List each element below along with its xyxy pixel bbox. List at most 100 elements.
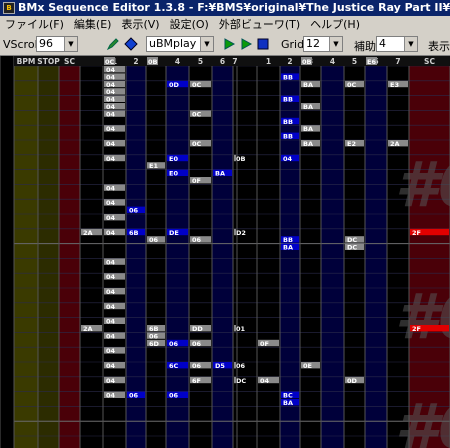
menu-settings[interactable]: 設定(O) [165,16,214,33]
lane-white[interactable] [257,56,280,448]
chevron-down-icon: ▼ [404,37,417,51]
lane-header-label: 1 [266,57,271,66]
note-label: BB [283,118,293,126]
note-label: 0C [192,81,202,89]
diamond-icon[interactable] [124,37,138,51]
note-label: BA [215,170,225,178]
note-label: 04 [106,199,116,207]
note-label: 04 [106,229,116,237]
menu-bar: ファイル(F) 編集(E) 表示(V) 設定(O) 外部ビューワ(T) ヘルプ(H) [0,16,450,33]
note-label: 04 [106,184,116,192]
note-label: 06 [192,362,202,370]
lane-header-label: 4 [175,57,180,66]
note-label: E2 [347,140,356,148]
note-label: 06 [192,236,202,244]
lane-white[interactable] [233,56,237,448]
lane-gap[interactable] [80,56,103,448]
lane-header-label: 5 [352,57,357,66]
note-label: 04 [106,332,116,340]
note-label: DE [169,229,179,237]
note-label: 0D [347,377,358,385]
lane-header-label: 6 [220,57,225,66]
play-icon[interactable] [222,37,236,51]
note-label: 04 [106,125,116,133]
vscroll-select[interactable]: 96 ▼ [36,36,78,52]
menu-file[interactable]: ファイル(F) [0,16,69,33]
stop-icon[interactable] [256,37,270,51]
viewer-select[interactable]: uBMplay ▼ [146,36,214,52]
toolbar: VScroll 96 ▼ uBMplay ▼ Grid 12 ▼ 補助 4 ▼ 表示 [0,33,450,56]
lane-scratch[interactable] [59,56,80,448]
lane-white[interactable] [146,56,166,448]
lane-gap[interactable] [237,56,257,448]
menu-view[interactable]: 表示(V) [116,16,164,33]
note-label: 04 [106,273,116,281]
lane-header-label: 5 [198,57,203,66]
lane-white[interactable] [344,56,365,448]
menu-help[interactable]: ヘルプ(H) [305,16,365,33]
note-label: E0 [169,155,178,163]
note-label: 04 [106,392,116,400]
lane-blue[interactable] [212,56,233,448]
sequence-editor[interactable]: BPMSTOPSC12345671234567SCBGALAYER0C0B0BE… [0,56,450,448]
note-label: 04 [106,258,116,266]
lane-blue[interactable] [280,56,300,448]
note-label: DD [192,325,203,333]
note-label: 04 [106,155,116,163]
menu-external-viewer[interactable]: 外部ビューワ(T) [214,16,305,33]
note-label: 01 [236,325,246,333]
app-icon: B [3,2,15,14]
display-label[interactable]: 表示 [428,38,450,54]
lane-blue[interactable] [166,56,189,448]
lane-blue[interactable] [126,56,146,448]
margin-left [0,56,14,448]
note-label: BA [303,140,313,148]
note-label: 0B [148,58,158,66]
note-label: BA [303,81,313,89]
note-label: 0C [105,58,115,66]
note-label: 06 [169,392,179,400]
note-label: 06 [149,236,159,244]
note-label: 0E [303,362,312,370]
note-label: 6D [149,340,160,348]
lane-white[interactable] [300,56,321,448]
note-label: E3 [390,81,399,89]
lane-header-label: 7 [395,57,400,66]
lane-blue[interactable] [321,56,344,448]
note-label: 0B [236,155,246,163]
chevron-down-icon: ▼ [329,37,342,51]
lane-header-label: SC [64,57,75,66]
note-label: 06 [169,340,179,348]
note-label: 06 [129,207,139,215]
lane-header-label: 7 [232,57,237,66]
hojo-select[interactable]: 4 ▼ [376,36,418,52]
vscroll-value: 96 [39,37,53,50]
lane-header-label: 4 [330,57,335,66]
note-label: BB [283,73,293,81]
note-label: 04 [260,377,270,385]
note-label: E1 [149,162,158,170]
pencil-icon[interactable] [106,37,120,51]
note-label: 04 [106,288,116,296]
lane-stop[interactable] [38,56,59,448]
window-title: BMx Sequence Editor 1.3.8 - F:¥BMS¥origi… [18,1,450,14]
note-label: D5 [215,362,225,370]
note-label: 2F [412,325,421,333]
lane-bpm[interactable] [14,56,38,448]
watermark-text: #0 [395,390,450,448]
lane-header-label: 2 [287,57,292,66]
viewer-value: uBMplay [149,37,197,50]
hojo-value: 4 [379,37,386,50]
lane-blue[interactable] [365,56,387,448]
menu-edit[interactable]: 編集(E) [69,16,117,33]
grid-select[interactable]: 12 ▼ [303,36,343,52]
note-label: 04 [106,347,116,355]
note-label: 0B [302,58,312,66]
note-label: 06 [236,362,246,370]
play-from-here-icon[interactable] [239,37,253,51]
watermark-text: #0 [395,280,450,353]
note-label: D2 [236,229,246,237]
chevron-down-icon: ▼ [200,37,213,51]
lane-grid[interactable]: BPMSTOPSC12345671234567SCBGALAYER0C0B0BE… [0,56,450,448]
hojo-label: 補助 [354,40,376,53]
